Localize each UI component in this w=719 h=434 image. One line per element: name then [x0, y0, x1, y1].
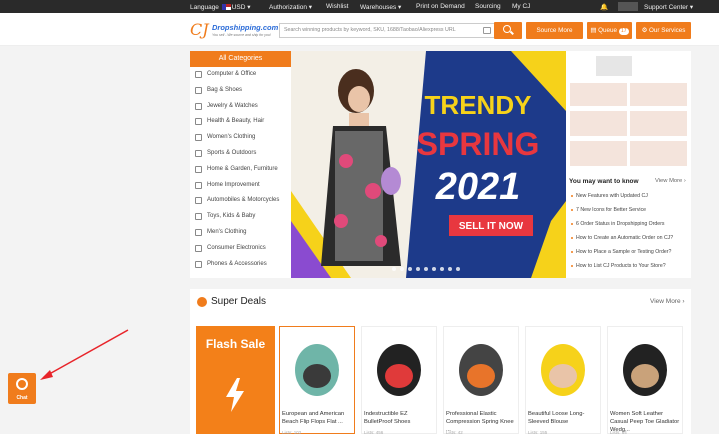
category-item[interactable]: Sports & Outdoors: [190, 146, 291, 162]
category-icon: [195, 149, 202, 157]
header: CJ Dropshipping.com You sell - We source…: [0, 13, 719, 46]
stat-tile[interactable]: [630, 111, 687, 136]
all-categories-header[interactable]: All Categories: [190, 51, 291, 67]
category-item[interactable]: Computer & Office: [190, 67, 291, 83]
logo[interactable]: CJ Dropshipping.com You sell - We source…: [190, 20, 278, 40]
category-icon: [195, 213, 202, 221]
product-image: [281, 328, 353, 406]
super-deals-title: Super Deals: [211, 296, 267, 307]
stat-tile[interactable]: [570, 83, 627, 106]
category-item[interactable]: Toys, Kids & Baby: [190, 209, 291, 225]
my-cj-link[interactable]: My CJ: [512, 3, 530, 10]
product-name: European and American Beach Flip Flops F…: [282, 411, 345, 425]
banner-title-line2: SPRING: [417, 126, 540, 162]
flash-sale-card[interactable]: Flash Sale: [196, 326, 275, 434]
category-icon: [195, 165, 202, 173]
category-menu: All Categories Computer & Office Bag & Sh…: [190, 51, 291, 278]
authorization-menu[interactable]: Authorization ▾: [269, 3, 312, 11]
category-icon: [195, 244, 202, 252]
lightning-icon: [226, 378, 244, 412]
warehouses-menu[interactable]: Warehouses ▾: [360, 3, 401, 11]
product-lists-count: Lists: 155: [528, 430, 548, 434]
category-icon: [195, 102, 202, 110]
news-item[interactable]: New Features with Updated CJ: [571, 193, 648, 199]
product-lists-count: Lists: 456: [364, 430, 384, 434]
category-item[interactable]: Phones & Accessories: [190, 257, 291, 273]
category-item[interactable]: Home & Garden, Furniture: [190, 162, 291, 178]
language-selector[interactable]: Language USD ▾: [190, 3, 251, 11]
news-item[interactable]: 6 Order Status in Dropshipping Orders: [571, 221, 665, 227]
category-item[interactable]: Bag & Shoes: [190, 83, 291, 99]
category-icon: [195, 134, 202, 142]
category-item[interactable]: Home Improvement: [190, 178, 291, 194]
news-item[interactable]: How to Create an Automatic Order on CJ?: [570, 235, 673, 241]
category-item[interactable]: Consumer Electronics: [190, 241, 291, 257]
chat-button[interactable]: Chat: [8, 373, 36, 404]
product-image: [363, 328, 435, 406]
product-lists-count: Lists: 42: [446, 430, 463, 434]
banner-graphic: TRENDY SPRING 2021 SELL IT NOW: [291, 51, 566, 278]
sourcing-link[interactable]: Sourcing: [475, 3, 501, 10]
banner-title-line1: TRENDY: [425, 90, 532, 120]
search-button[interactable]: [494, 22, 522, 39]
search-input[interactable]: Search winning products by keyword, SKU,…: [279, 23, 494, 38]
category-item[interactable]: Men's Clothing: [190, 225, 291, 241]
print-on-demand-link[interactable]: Print on Demand: [416, 3, 465, 10]
category-icon: [195, 181, 202, 189]
news-item[interactable]: How to List CJ Products to Your Store?: [571, 263, 666, 269]
headset-icon: [16, 378, 28, 390]
banner-title-line3: 2021: [435, 166, 521, 208]
user-avatar[interactable]: [618, 2, 638, 11]
stat-tile[interactable]: [630, 141, 687, 166]
category-item[interactable]: Automobiles & Motorcycles: [190, 193, 291, 209]
deals-view-more-link[interactable]: View More ›: [650, 298, 685, 305]
category-item[interactable]: Health & Beauty, Hair: [190, 114, 291, 130]
product-image: [527, 328, 599, 406]
news-view-more-link[interactable]: View More ›: [655, 178, 686, 184]
product-lists-count: Lists: 64: [610, 430, 627, 434]
our-services-button[interactable]: ⚙ Our Services: [636, 22, 691, 39]
news-item[interactable]: 7 New Icons for Better Service: [570, 207, 646, 213]
category-icon: [195, 197, 202, 205]
news-title: You may want to know: [569, 178, 639, 185]
sell-it-now-button[interactable]: SELL IT NOW: [459, 221, 524, 232]
source-more-button[interactable]: Source More: [526, 22, 583, 39]
top-bar: Language USD ▾ Authorization ▾ Wishlist …: [0, 0, 719, 13]
search-icon: [503, 25, 511, 33]
product-lists-count: Lists: 102: [282, 430, 302, 434]
category-icon: [195, 260, 202, 268]
camera-icon[interactable]: [483, 27, 491, 34]
user-info-blurred: [596, 56, 632, 76]
category-icon: [195, 86, 202, 94]
product-name: Beautiful Loose Long-Sleeved Blouse: [528, 411, 585, 425]
queue-count-badge: 17: [619, 28, 629, 35]
product-card[interactable]: Beautiful Loose Long-Sleeved Blouse Lists…: [525, 326, 601, 434]
category-item[interactable]: Jewelry & Watches: [190, 99, 291, 115]
product-name: Indestructible EZ BulletProof Shoes: [364, 411, 411, 425]
product-image: [609, 328, 681, 406]
queue-button[interactable]: ▤ Queue 17: [587, 22, 632, 39]
category-icon: [195, 71, 202, 78]
news-item[interactable]: How to Place a Sample or Testing Order?: [570, 249, 671, 255]
stat-tile[interactable]: [570, 141, 627, 166]
stat-tile[interactable]: [630, 83, 687, 106]
category-icon: [195, 118, 202, 126]
cj-logo-icon: CJ: [190, 20, 209, 39]
stat-tile[interactable]: [570, 111, 627, 136]
deals-icon: [197, 297, 207, 307]
product-card[interactable]: Professional Elastic Compression Spring …: [443, 326, 519, 434]
bell-icon[interactable]: 🔔: [600, 3, 608, 11]
category-item[interactable]: Women's Clothing: [190, 130, 291, 146]
product-card[interactable]: Women Soft Leather Casual Peep Toe Gladi…: [607, 326, 683, 434]
wishlist-link[interactable]: Wishlist: [326, 3, 348, 10]
support-center-menu[interactable]: Support Center ▾: [644, 3, 693, 11]
product-card[interactable]: Indestructible EZ BulletProof Shoes Lists…: [361, 326, 437, 434]
product-card[interactable]: European and American Beach Flip Flops F…: [279, 326, 355, 434]
promo-banner[interactable]: TRENDY SPRING 2021 SELL IT NOW: [291, 51, 566, 278]
us-flag-icon: [221, 4, 231, 11]
category-icon: [195, 228, 202, 236]
product-image: [445, 328, 517, 406]
